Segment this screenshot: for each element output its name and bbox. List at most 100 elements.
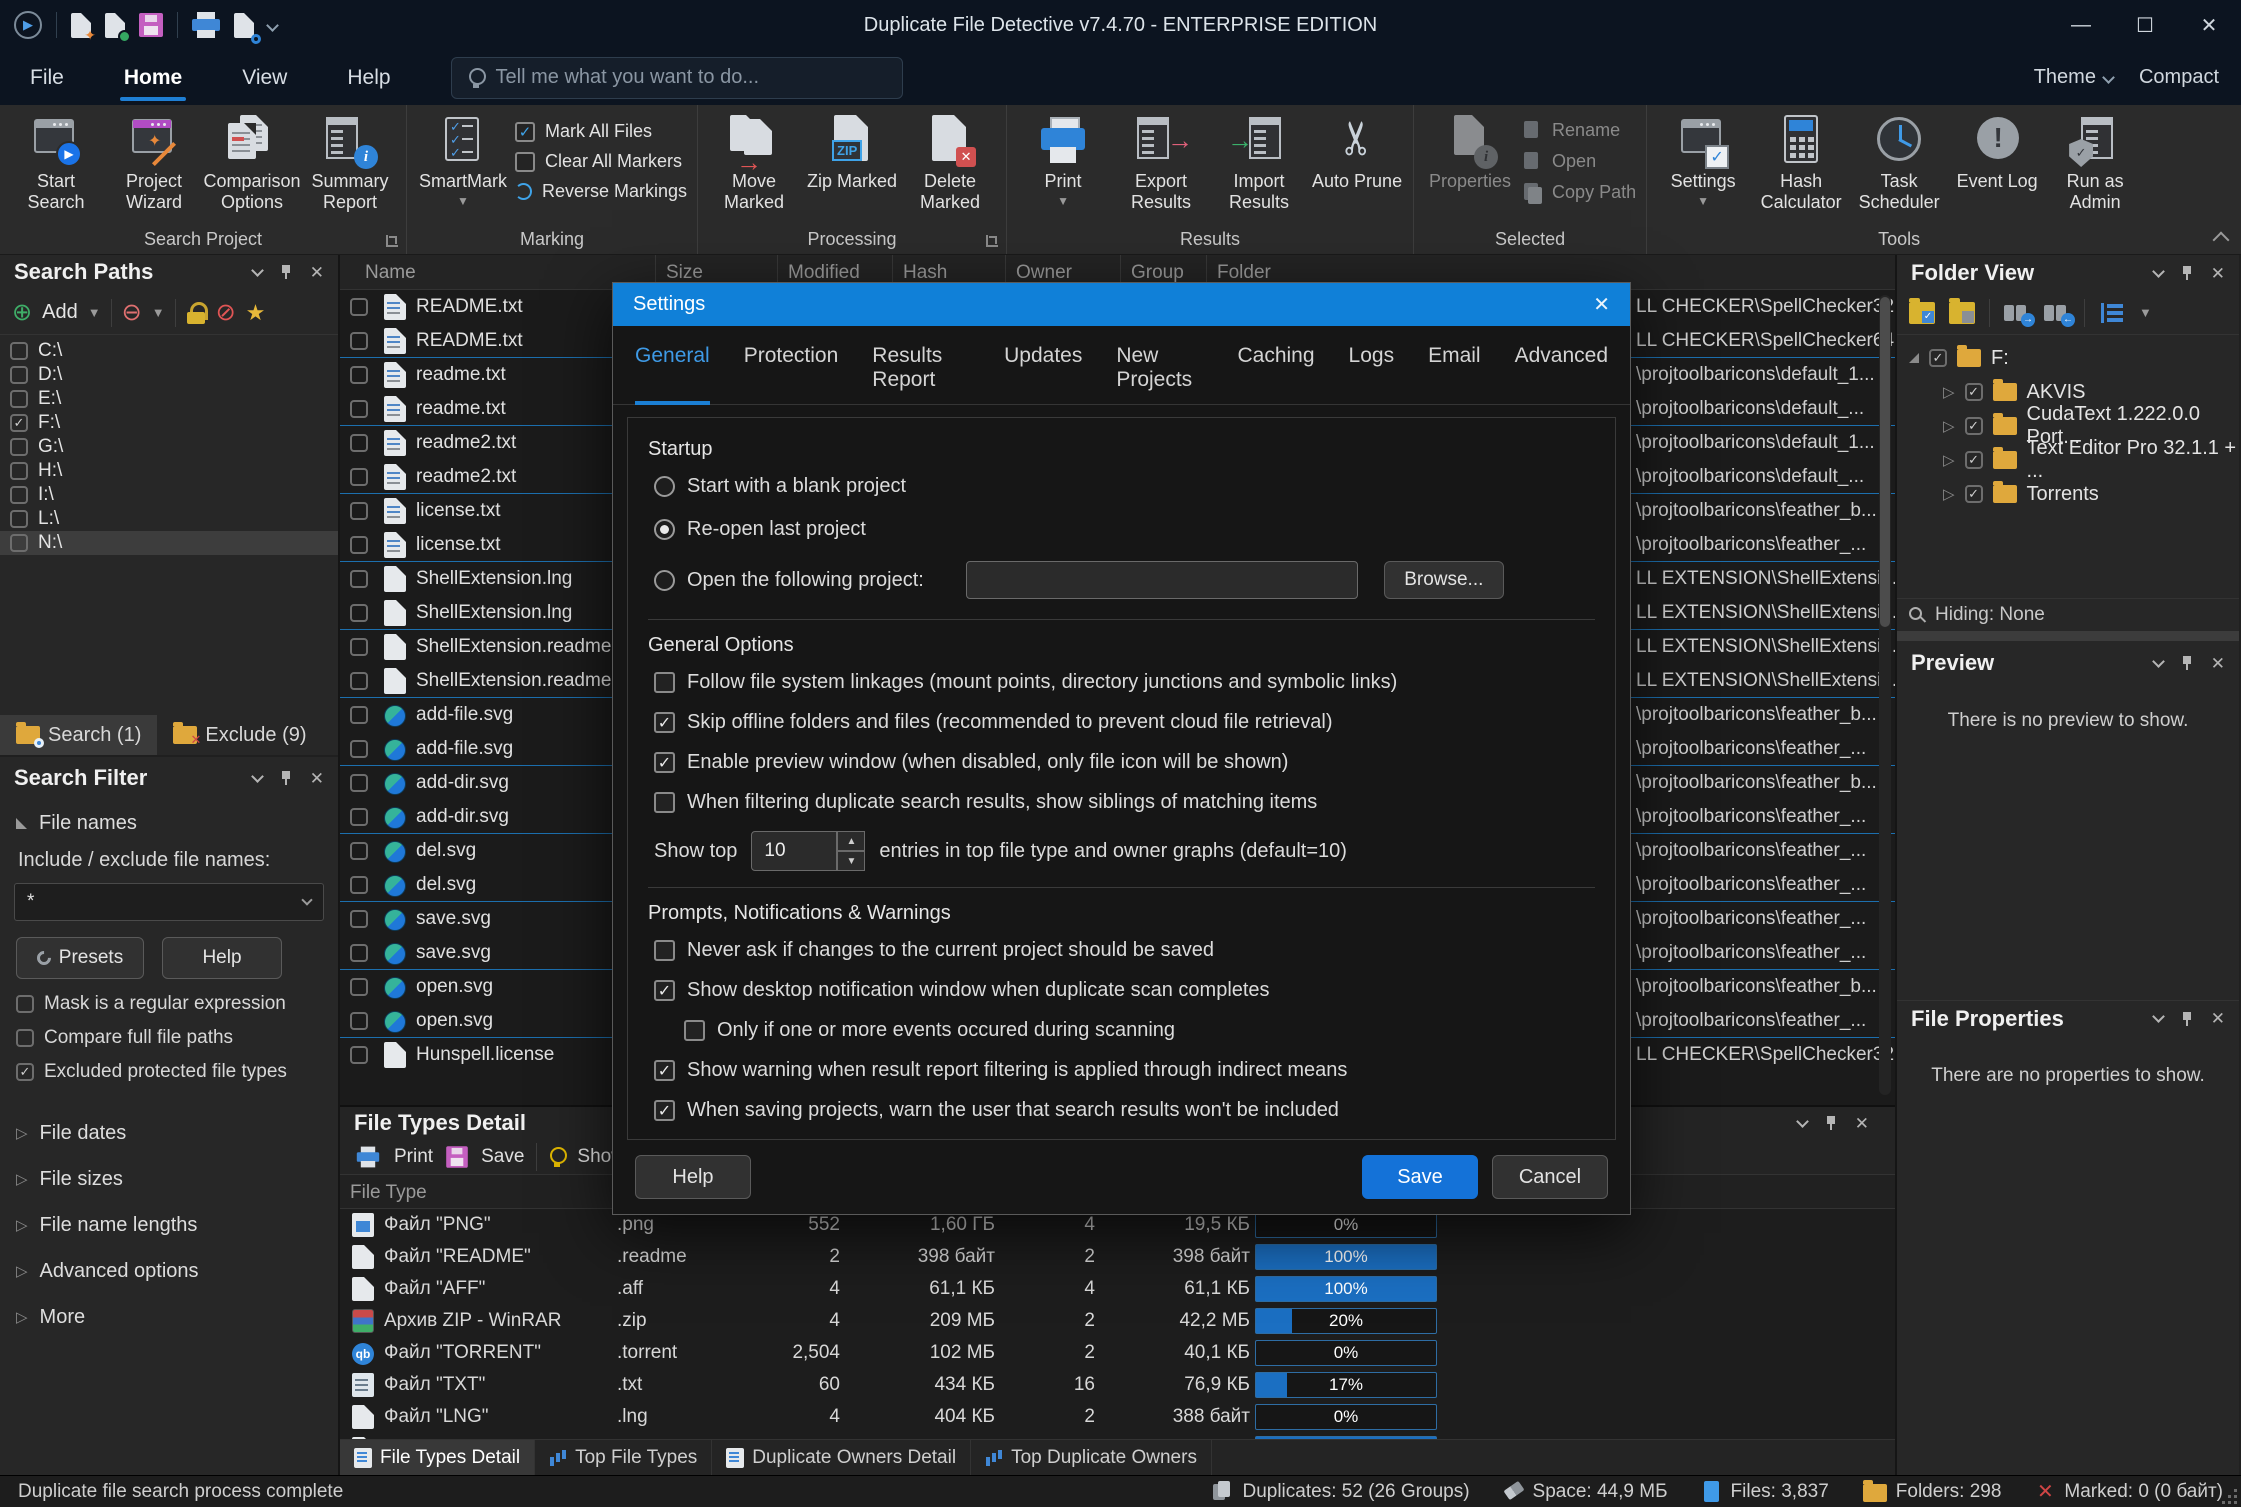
path-checkbox[interactable]: ✓ [10,486,28,504]
export-results-button[interactable]: → Export Results [1115,111,1207,219]
search-path-row[interactable]: ✓D:\ [0,363,338,387]
general-option-checkbox[interactable]: ✓When filtering duplicate search results… [654,791,1595,814]
file-checkbox[interactable]: ✓ [350,740,368,758]
checkbox[interactable]: ✓ [16,995,34,1013]
file-checkbox[interactable]: ✓ [350,638,368,656]
presets-button[interactable]: Presets [16,937,144,979]
pin-icon[interactable] [2181,1011,2193,1027]
column-file-type[interactable]: File Type [340,1175,427,1210]
filter-help-button[interactable]: Help [162,937,282,979]
file-checkbox[interactable]: ✓ [350,298,368,316]
pin-icon[interactable] [280,264,292,280]
spinner-up-button[interactable]: ▲ [837,831,865,851]
file-list-scrollbar[interactable] [1879,295,1891,1095]
search-path-row[interactable]: ✓C:\ [0,339,338,363]
close-icon[interactable]: ✕ [2211,265,2225,282]
panel-divider[interactable] [1897,631,2239,641]
search-path-row[interactable]: ✓N:\ [0,531,338,555]
path-checkbox[interactable]: ✓ [10,462,28,480]
run-as-admin-button[interactable]: ✓ Run as Admin [2049,111,2141,219]
file-checkbox[interactable]: ✓ [350,366,368,384]
collapsed-triangle-icon[interactable]: ▷ [1943,385,1955,400]
file-checkbox[interactable]: ✓ [350,978,368,996]
print-icon[interactable] [192,12,220,38]
browse-button[interactable]: Browse... [1384,561,1504,599]
search-path-row[interactable]: ✓G:\ [0,435,338,459]
rename-button[interactable]: Rename [1522,119,1636,141]
collapsed-triangle-icon[interactable]: ▷ [1943,487,1955,502]
show-top-input[interactable]: 10 [751,831,837,871]
file-checkbox[interactable]: ✓ [350,536,368,554]
customize-toolbar-chevron-icon[interactable] [266,19,279,32]
file-checkbox[interactable]: ✓ [350,706,368,724]
tab-duplicate-owners-detail[interactable]: Duplicate Owners Detail [712,1440,971,1476]
close-icon[interactable]: ✕ [310,770,324,787]
print-table-button[interactable]: Print [394,1146,433,1168]
column-name[interactable]: Name [355,255,416,290]
file-type-row[interactable]: Файл "TXT".txt60434 КБ1676,9 КБ17% [340,1369,1895,1401]
menu-home[interactable]: Home [94,50,212,105]
startup-radio-row[interactable]: Re-open last project [654,518,1595,541]
file-checkbox[interactable]: ✓ [350,808,368,826]
tab-search[interactable]: Search (1) [0,715,157,755]
filter-section-more[interactable]: ▷More [0,1299,338,1335]
search-path-row[interactable]: ✓H:\ [0,459,338,483]
menu-view[interactable]: View [212,50,317,105]
checkbox[interactable]: ✓ [684,1020,705,1041]
pin-icon[interactable] [2181,655,2193,671]
file-checkbox[interactable]: ✓ [350,842,368,860]
general-option-checkbox[interactable]: ✓Enable preview window (when disabled, o… [654,751,1595,774]
prompt-option-checkbox[interactable]: ✓Only if one or more events occured duri… [684,1019,1595,1042]
section-file-names[interactable]: File names [0,805,338,841]
check-all-folders-icon[interactable]: ✓ [1909,302,1935,324]
filter-section-file-sizes[interactable]: ▷File sizes [0,1161,338,1197]
print-results-button[interactable]: Print ▼ [1017,111,1109,219]
favorite-path-icon[interactable]: ★ [246,302,266,324]
search-path-row[interactable]: ✓I:\ [0,483,338,507]
checkbox[interactable]: ✓ [654,940,675,961]
path-checkbox[interactable]: ✓ [10,342,28,360]
path-checkbox[interactable]: ✓ [10,438,28,456]
file-checkbox[interactable]: ✓ [350,774,368,792]
help-button[interactable]: Help [635,1155,751,1199]
checkbox[interactable]: ✓ [654,1060,675,1081]
tab-file-types-detail[interactable]: File Types Detail [340,1440,535,1476]
prompt-option-checkbox[interactable]: ✓When saving projects, warn the user tha… [654,1099,1595,1122]
file-checkbox[interactable]: ✓ [350,332,368,350]
tab-exclude[interactable]: ✕ Exclude (9) [157,715,322,755]
cancel-button[interactable]: Cancel [1492,1155,1608,1199]
close-icon[interactable]: ✕ [1855,1115,1869,1132]
reverse-markings-button[interactable]: Reverse Markings [515,181,687,202]
checkbox[interactable]: ✓ [654,1100,675,1121]
settings-tab-results-report[interactable]: Results Report [872,344,970,404]
file-checkbox[interactable]: ✓ [350,876,368,894]
file-checkbox[interactable]: ✓ [350,604,368,622]
checkbox[interactable]: ✓ [654,792,675,813]
chevron-down-icon[interactable] [2152,655,2165,668]
menu-help[interactable]: Help [317,50,420,105]
project-wizard-button[interactable]: Project Wizard [108,111,200,219]
print-preview-icon[interactable] [234,13,254,38]
general-option-checkbox[interactable]: ✓Follow file system linkages (mount poin… [654,671,1595,694]
run-search-icon[interactable]: ▶ [14,11,42,39]
checkbox[interactable]: ✓ [654,752,675,773]
settings-tab-logs[interactable]: Logs [1349,344,1395,404]
startup-radio-row[interactable]: Start with a blank project [654,475,1595,498]
filter-section-file-dates[interactable]: ▷File dates [0,1115,338,1151]
collapsed-triangle-icon[interactable]: ▷ [1943,453,1955,468]
add-path-button[interactable]: Add [42,301,78,324]
file-checkbox[interactable]: ✓ [350,434,368,452]
dialog-close-icon[interactable]: ✕ [1593,292,1610,317]
close-icon[interactable]: ✕ [2211,655,2225,672]
group-expander-icon[interactable] [986,235,998,247]
search-path-row[interactable]: ✓F:\ [0,411,338,435]
new-project-icon[interactable]: ✦ [71,13,91,38]
save-table-button[interactable]: Save [481,1146,524,1168]
tree-root-row[interactable]: ✓F: [1897,341,2239,375]
tree-options-icon[interactable] [2099,302,2125,324]
hash-calculator-button[interactable]: Hash Calculator [1755,111,1847,219]
settings-tab-caching[interactable]: Caching [1237,344,1314,404]
prompt-option-checkbox[interactable]: ✓Never ask if changes to the current pro… [654,939,1595,962]
collapse-ribbon-icon[interactable] [2213,232,2230,249]
path-checkbox[interactable]: ✓ [10,510,28,528]
